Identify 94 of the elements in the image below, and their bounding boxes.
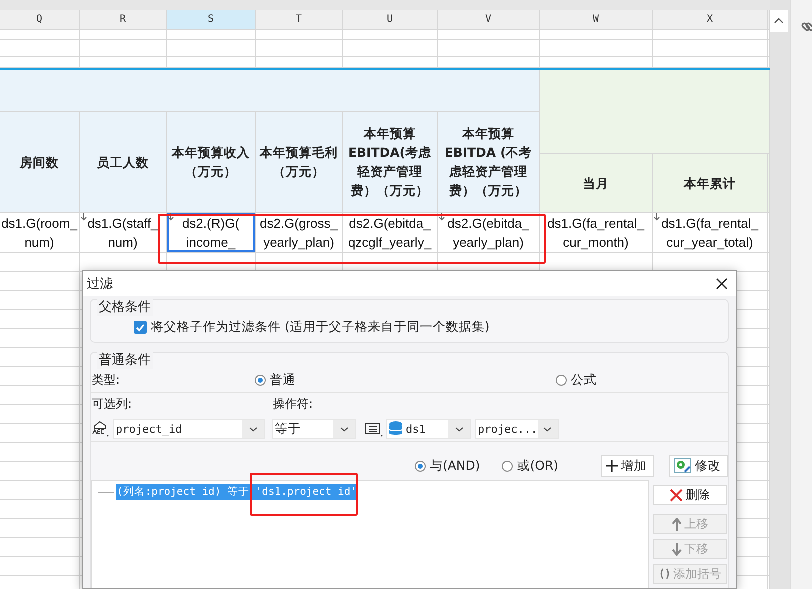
table-cell[interactable] bbox=[0, 557, 80, 576]
table-cell[interactable]: ds2.G(ebitda_qzcglf_yearly_ bbox=[343, 213, 438, 253]
table-cell[interactable] bbox=[438, 40, 540, 57]
table-cell[interactable] bbox=[0, 405, 80, 424]
column-header[interactable]: Q bbox=[0, 10, 80, 30]
table-cell[interactable] bbox=[167, 40, 256, 57]
table-cell[interactable]: ds1.G(staff_num) bbox=[80, 213, 167, 253]
gear-icon bbox=[674, 458, 692, 474]
radio-option[interactable]: 或(OR) bbox=[502, 458, 559, 474]
column-header[interactable]: W bbox=[540, 10, 653, 30]
group-title: 父格条件 bbox=[97, 298, 153, 316]
table-cell[interactable] bbox=[653, 30, 768, 40]
field-label: 可选列: bbox=[92, 396, 134, 413]
up-arrow-icon bbox=[672, 518, 682, 530]
column-header[interactable]: U bbox=[343, 10, 438, 30]
plus-icon bbox=[606, 460, 618, 472]
table-cell[interactable]: ds2.G(ebitda_yearly_plan) bbox=[438, 213, 540, 253]
table-cell[interactable] bbox=[0, 519, 80, 538]
table-cell[interactable] bbox=[0, 538, 80, 557]
dialog-title: 过滤 bbox=[87, 276, 113, 292]
table-cell[interactable] bbox=[540, 30, 653, 40]
table-cell[interactable] bbox=[0, 443, 80, 462]
edit-button[interactable]: 修改 bbox=[669, 455, 728, 477]
table-cell[interactable] bbox=[0, 291, 80, 310]
table-cell[interactable]: ds1.G(fa_rental_cur_year_total) bbox=[653, 213, 768, 253]
link-icon bbox=[801, 20, 812, 34]
header-cell: 本年预算收入（万元） bbox=[167, 112, 256, 213]
table-cell[interactable] bbox=[256, 40, 343, 57]
checkbox[interactable] bbox=[134, 321, 147, 334]
caret-up-icon bbox=[774, 18, 784, 24]
header-cell: 本年预算EBITDA(考虑轻资产管理费）（万元） bbox=[343, 112, 438, 213]
column-header[interactable]: V bbox=[438, 10, 540, 30]
table-cell[interactable] bbox=[0, 462, 80, 481]
table-cell[interactable] bbox=[0, 481, 80, 500]
field-label: 类型: bbox=[92, 372, 122, 388]
dataset-dropdown[interactable]: ds1 bbox=[386, 419, 471, 439]
column-dropdown[interactable]: project_id bbox=[113, 419, 265, 439]
header-cell: 本年预算毛利（万元） bbox=[256, 112, 343, 213]
table-cell[interactable] bbox=[0, 367, 80, 386]
database-icon bbox=[389, 421, 403, 437]
close-button[interactable] bbox=[716, 278, 728, 290]
header-cell: 本年预算EBITDA (不考虑轻资产管理费）（万元） bbox=[438, 112, 540, 213]
caret-down-icon bbox=[248, 426, 258, 432]
table-cell[interactable]: ds2.(R)G(income_ bbox=[167, 213, 256, 253]
table-cell[interactable] bbox=[0, 272, 80, 291]
table-cell[interactable] bbox=[653, 40, 768, 57]
table-cell[interactable] bbox=[0, 30, 80, 40]
table-cell[interactable] bbox=[0, 329, 80, 348]
header-cell: 房间数 bbox=[0, 112, 80, 213]
table-cell[interactable] bbox=[0, 424, 80, 443]
radio-option[interactable]: 公式 bbox=[556, 372, 727, 388]
table-cell[interactable] bbox=[343, 30, 438, 40]
caret-down-icon bbox=[543, 426, 552, 432]
column-header[interactable]: S bbox=[167, 10, 256, 30]
caret-down-icon bbox=[340, 426, 348, 432]
list-icon bbox=[364, 421, 384, 437]
field-label: 操作符: bbox=[273, 396, 314, 413]
table-cell[interactable] bbox=[0, 500, 80, 519]
bracket-icon bbox=[658, 568, 670, 580]
scroll-up-button[interactable] bbox=[770, 10, 788, 32]
column-header[interactable]: R bbox=[80, 10, 167, 30]
table-cell[interactable] bbox=[0, 253, 80, 272]
radio-option[interactable]: 与(AND) bbox=[415, 458, 480, 474]
radio-option[interactable]: 普通 bbox=[255, 372, 556, 388]
column-header[interactable]: X bbox=[653, 10, 768, 30]
table-cell[interactable] bbox=[80, 40, 167, 57]
table-cell[interactable] bbox=[540, 40, 653, 57]
table-cell[interactable] bbox=[0, 386, 80, 405]
field-dropdown[interactable]: projec... bbox=[475, 419, 559, 439]
table-cell[interactable] bbox=[256, 30, 343, 40]
table-cell[interactable] bbox=[0, 310, 80, 329]
table-cell[interactable] bbox=[0, 348, 80, 367]
close-icon bbox=[716, 278, 728, 290]
table-cell[interactable] bbox=[167, 30, 256, 40]
table-cell[interactable] bbox=[80, 30, 167, 40]
delete-button[interactable]: 删除 bbox=[653, 485, 727, 505]
header-cell: 当月 bbox=[540, 154, 653, 213]
group-title: 普通条件 bbox=[97, 351, 153, 369]
table-cell[interactable]: ds1.G(room_num) bbox=[0, 213, 80, 253]
header-cell: 员工人数 bbox=[80, 112, 167, 213]
header-cell: 本年累计 bbox=[653, 154, 768, 213]
caret-down-icon bbox=[454, 426, 464, 432]
add-button[interactable]: 增加 bbox=[601, 455, 654, 477]
down-arrow-icon bbox=[672, 542, 682, 556]
check-icon bbox=[136, 324, 145, 332]
operator-dropdown[interactable]: 等于 bbox=[272, 419, 356, 439]
table-cell[interactable] bbox=[0, 40, 80, 57]
checkbox-label[interactable]: 将父格子作为过滤条件 (适用于父子格来自于同一个数据集) bbox=[151, 319, 490, 336]
column-header[interactable]: T bbox=[256, 10, 343, 30]
table-cell[interactable]: ds2.G(gross_yearly_plan) bbox=[256, 213, 343, 253]
table-cell[interactable]: ds1.G(fa_rental_cur_month) bbox=[540, 213, 653, 253]
table-cell[interactable] bbox=[343, 40, 438, 57]
table-cell[interactable] bbox=[438, 30, 540, 40]
close-icon bbox=[670, 488, 683, 502]
